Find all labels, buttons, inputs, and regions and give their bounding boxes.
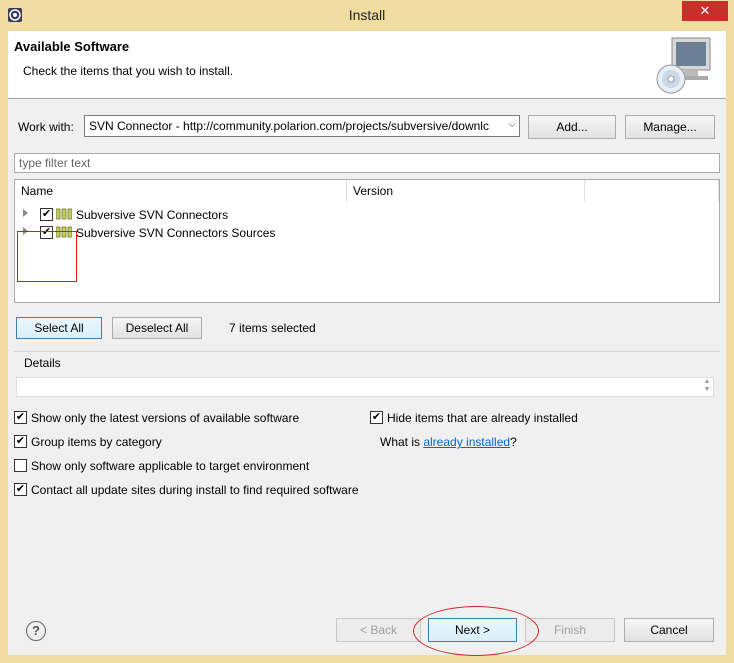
item-label: Subversive SVN Connectors Sources xyxy=(76,226,276,240)
chevron-down-icon: ⌵ xyxy=(508,119,516,130)
annotation-highlight-ellipse xyxy=(413,606,539,656)
details-label: Details xyxy=(22,356,63,370)
software-tree: Name Version ✔ Subversive SVN Connectors… xyxy=(14,179,720,303)
tree-row[interactable]: ✔ Subversive SVN Connectors Sources xyxy=(15,224,715,242)
category-icon xyxy=(56,208,72,220)
column-header-name[interactable]: Name xyxy=(15,180,347,202)
column-header-blank xyxy=(585,180,719,202)
expand-arrow-icon[interactable] xyxy=(23,209,28,217)
help-icon[interactable]: ? xyxy=(26,621,46,641)
group-by-category-label: Group items by category xyxy=(31,435,162,449)
tree-row[interactable]: ✔ Subversive SVN Connectors xyxy=(15,206,715,224)
select-all-button[interactable]: Select All xyxy=(16,317,102,339)
work-with-value: SVN Connector - http://community.polario… xyxy=(89,119,489,133)
contact-sites-checkbox[interactable]: ✔ xyxy=(14,483,27,496)
target-env-checkbox[interactable] xyxy=(14,459,27,472)
close-button[interactable]: ✕ xyxy=(682,1,728,21)
cancel-button[interactable]: Cancel xyxy=(624,618,714,642)
hide-installed-checkbox[interactable]: ✔ xyxy=(370,411,383,424)
add-site-button[interactable]: Add... xyxy=(528,115,616,139)
manage-sites-button[interactable]: Manage... xyxy=(625,115,715,139)
already-installed-link[interactable]: already installed xyxy=(423,435,510,449)
item-label: Subversive SVN Connectors xyxy=(76,208,229,222)
page-title: Available Software xyxy=(14,39,130,54)
deselect-all-button[interactable]: Deselect All xyxy=(112,317,202,339)
install-dialog: Install ✕ Available Software Check the i… xyxy=(0,0,734,663)
show-latest-label: Show only the latest versions of availab… xyxy=(31,411,300,425)
selection-count: 7 items selected xyxy=(229,321,316,335)
already-installed-text: What is already installed? xyxy=(380,435,517,449)
wizard-header: Available Software Check the items that … xyxy=(8,31,726,99)
close-icon: ✕ xyxy=(699,3,711,18)
show-latest-checkbox[interactable]: ✔ xyxy=(14,411,27,424)
install-monitor-cd-icon xyxy=(656,37,711,94)
filter-input[interactable] xyxy=(14,153,720,173)
what-is-suffix: ? xyxy=(510,435,517,449)
contact-sites-label: Contact all update sites during install … xyxy=(31,483,359,497)
group-by-category-checkbox[interactable]: ✔ xyxy=(14,435,27,448)
target-env-label: Show only software applicable to target … xyxy=(31,459,310,473)
window-title: Install xyxy=(348,7,386,23)
details-text-area[interactable]: ▲ ▼ xyxy=(16,377,714,397)
scroll-arrows-icon[interactable]: ▲ ▼ xyxy=(701,378,713,396)
dialog-body: Available Software Check the items that … xyxy=(8,31,726,656)
work-with-label: Work with: xyxy=(18,120,74,134)
page-description: Check the items that you wish to install… xyxy=(23,64,234,78)
column-header-version[interactable]: Version xyxy=(347,180,585,202)
what-is-prefix: What is xyxy=(380,435,424,449)
work-with-combo[interactable]: SVN Connector - http://community.polario… xyxy=(84,115,520,137)
item-checkbox[interactable]: ✔ xyxy=(40,208,53,221)
hide-installed-label: Hide items that are already installed xyxy=(387,411,578,425)
title-bar: Install ✕ xyxy=(0,0,734,31)
back-button[interactable]: < Back xyxy=(336,618,421,642)
annotation-highlight-box xyxy=(17,231,77,282)
